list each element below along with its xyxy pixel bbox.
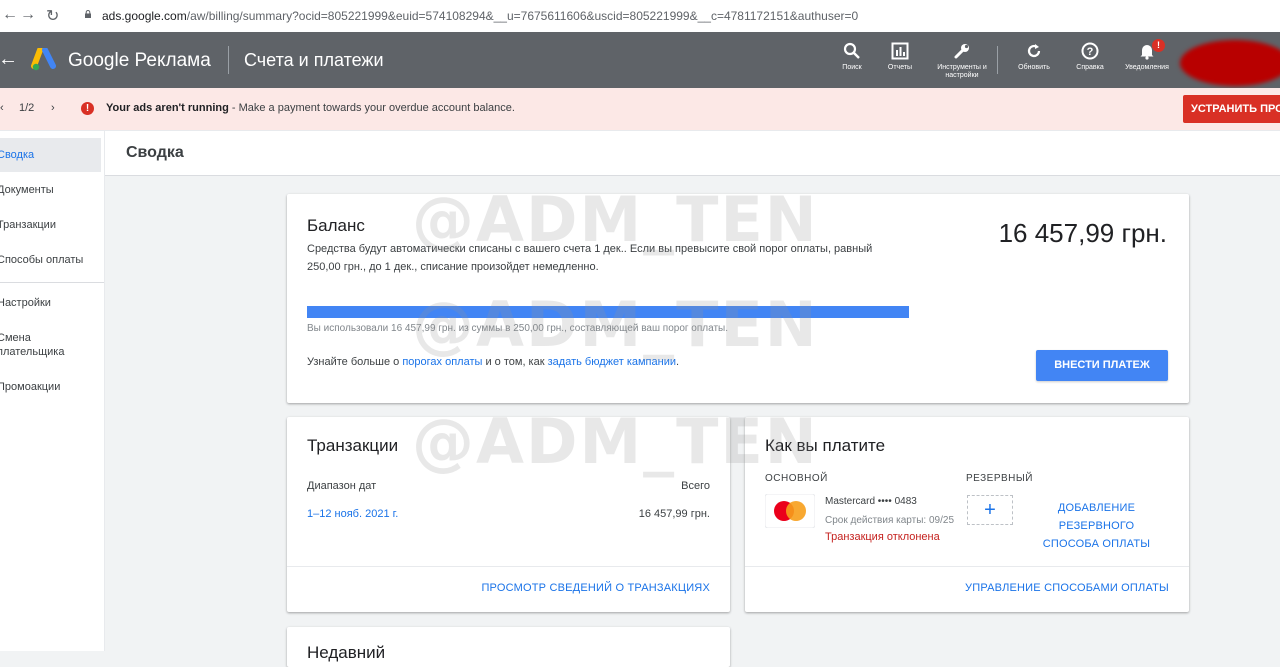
header-divider bbox=[228, 46, 229, 74]
sidebar-item-promotions[interactable]: Промоакции bbox=[0, 380, 101, 394]
watermark-3: @ADM_TEN bbox=[412, 405, 819, 478]
alert-message: Your ads aren't running - Make a payment… bbox=[106, 102, 515, 114]
notification-badge: ! bbox=[1152, 39, 1165, 52]
google-ads-logo-icon bbox=[31, 48, 56, 71]
wrench-icon bbox=[954, 44, 969, 59]
tools-settings-label: Инструменты и настройки bbox=[937, 64, 987, 79]
alert-body: - Make a payment towards your overdue ac… bbox=[228, 102, 515, 114]
browser-toolbar: ← → ↻ ads.google.com/aw/billing/summary?… bbox=[0, 0, 1280, 33]
reports-icon bbox=[891, 42, 909, 60]
lock-icon bbox=[85, 10, 91, 18]
date-range-header: Диапазон дат bbox=[307, 480, 377, 492]
app-header: ← Google Реклама Счета и платежи Поиск О… bbox=[0, 32, 1280, 88]
make-payment-button[interactable]: ВНЕСТИ ПЛАТЕЖ bbox=[1036, 350, 1168, 381]
total-header: Всего bbox=[681, 480, 710, 492]
sidebar-item-documents[interactable]: Документы bbox=[0, 183, 101, 197]
balance-title: Баланс bbox=[307, 216, 365, 235]
sidebar-item-summary[interactable]: Сводка bbox=[0, 138, 101, 172]
manage-payment-methods-link[interactable]: УПРАВЛЕНИЕ СПОСОБАМИ ОПЛАТЫ bbox=[965, 582, 1169, 594]
sidebar-item-transactions[interactable]: Транзакции bbox=[0, 218, 101, 232]
watermark-1: @ADM_TEN bbox=[412, 183, 819, 256]
transactions-total: 16 457,99 грн. bbox=[638, 508, 710, 520]
notifications-tool-label: Уведомления bbox=[1125, 64, 1169, 71]
page-name: Счета и платежи bbox=[244, 50, 384, 70]
sidebar-divider bbox=[0, 282, 104, 283]
billing-sidebar: Сводка Документы Транзакции Способы опла… bbox=[0, 131, 105, 651]
url-host: ads.google.com bbox=[102, 9, 187, 23]
browser-back-icon[interactable]: ← bbox=[2, 6, 18, 24]
svg-text:?: ? bbox=[1087, 46, 1094, 58]
add-backup-link[interactable]: ДОБАВЛЕНИЕ РЕЗЕРВНОГО СПОСОБА ОПЛАТЫ bbox=[1034, 499, 1159, 553]
payment-footer-divider bbox=[745, 566, 1189, 567]
back-arrow-icon[interactable]: ← bbox=[0, 48, 18, 71]
refresh-icon bbox=[1027, 44, 1041, 58]
tools-divider bbox=[997, 46, 998, 74]
transactions-title: Транзакции bbox=[307, 436, 399, 455]
url-path: /aw/billing/summary?ocid=805221999&euid=… bbox=[186, 9, 859, 23]
search-tool-label: Поиск bbox=[842, 64, 862, 71]
card-expiry: Срок действия карты: 09/25 bbox=[825, 515, 954, 526]
watermark-2: @ADM_TEN bbox=[412, 288, 819, 361]
add-backup-plus-button[interactable]: + bbox=[967, 495, 1013, 525]
alert-prev-icon[interactable]: ‹ bbox=[0, 102, 4, 114]
help-tool-label: Справка bbox=[1076, 64, 1104, 71]
backup-label: РЕЗЕРВНЫЙ bbox=[966, 473, 1033, 484]
content-header: Сводка bbox=[105, 131, 1280, 176]
browser-forward-icon[interactable]: → bbox=[20, 6, 36, 24]
sidebar-item-change-payer[interactable]: Смена плательщика bbox=[0, 331, 67, 359]
transactions-footer-divider bbox=[287, 566, 730, 567]
alert-banner: ‹ 1/2 › ! Your ads aren't running - Make… bbox=[0, 88, 1280, 131]
reports-tool-label: Отчеты bbox=[887, 64, 913, 71]
card-name: Mastercard •••• 0483 bbox=[825, 496, 917, 507]
mastercard-icon bbox=[765, 494, 815, 528]
alert-next-icon[interactable]: › bbox=[51, 102, 55, 114]
notifications-tool-button[interactable]: ! Уведомления bbox=[1122, 39, 1172, 72]
balance-amount: 16 457,99 грн. bbox=[998, 218, 1167, 248]
refresh-tool-label: Обновить bbox=[1018, 64, 1050, 71]
search-icon bbox=[843, 42, 860, 59]
brand-name[interactable]: Google Реклама bbox=[68, 50, 211, 72]
page-title: Сводка bbox=[126, 144, 184, 161]
help-tool-button[interactable]: ? Справка bbox=[1065, 42, 1115, 72]
alert-title: Your ads aren't running bbox=[106, 102, 229, 114]
address-bar[interactable]: ads.google.com/aw/billing/summary?ocid=8… bbox=[102, 9, 858, 23]
date-range-link[interactable]: 1–12 нояб. 2021 г. bbox=[307, 508, 398, 520]
card-status: Транзакция отклонена bbox=[825, 531, 940, 543]
learn-more-prefix: Узнайте больше о bbox=[307, 356, 403, 368]
view-transactions-link[interactable]: ПРОСМОТР СВЕДЕНИЙ О ТРАНЗАКЦИЯХ bbox=[481, 582, 710, 594]
browser-reload-icon[interactable]: ↻ bbox=[46, 6, 59, 26]
recent-card-title: Недавний bbox=[307, 643, 386, 662]
reports-tool-button[interactable]: Отчеты bbox=[875, 42, 925, 72]
recent-card: Недавний bbox=[287, 627, 730, 667]
sidebar-item-settings[interactable]: Настройки bbox=[0, 296, 101, 310]
tools-settings-button[interactable]: Инструменты и настройки bbox=[935, 42, 989, 80]
fix-problem-button[interactable]: УСТРАНИТЬ ПРОБЛЕМУ bbox=[1183, 95, 1280, 123]
alert-pager: 1/2 bbox=[19, 102, 35, 114]
search-tool-button[interactable]: Поиск bbox=[827, 42, 877, 72]
account-avatar[interactable] bbox=[1180, 40, 1280, 86]
sidebar-item-payment-methods[interactable]: Способы оплаты bbox=[0, 253, 101, 267]
error-icon: ! bbox=[81, 102, 94, 115]
refresh-tool-button[interactable]: Обновить bbox=[1009, 42, 1059, 72]
help-icon: ? bbox=[1081, 42, 1099, 60]
